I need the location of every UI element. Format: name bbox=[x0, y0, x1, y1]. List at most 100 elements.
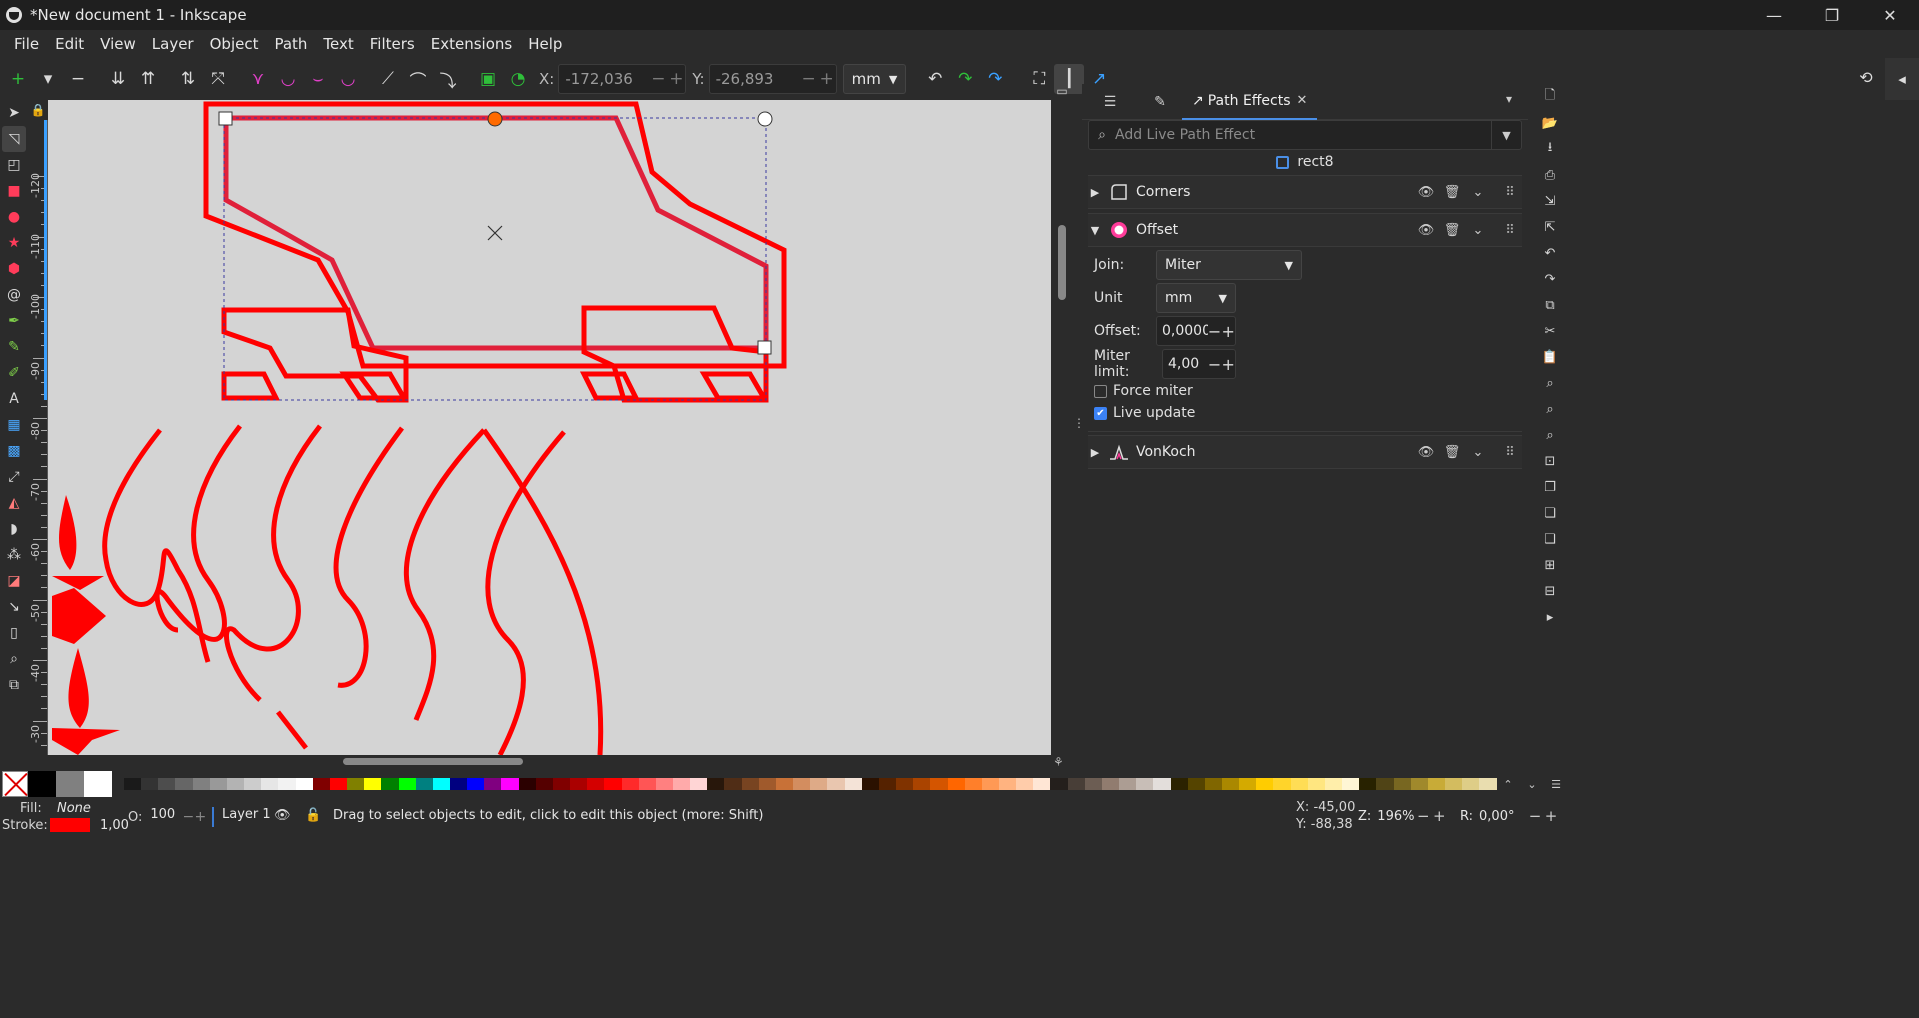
unlink-clone-icon[interactable]: ❑ bbox=[1537, 526, 1563, 552]
palette-swatch[interactable] bbox=[278, 778, 296, 790]
node-smooth-icon[interactable]: ◡ bbox=[273, 64, 303, 94]
palette-swatch[interactable] bbox=[501, 778, 519, 790]
palette-swatch[interactable] bbox=[364, 778, 382, 790]
palette-swatch[interactable] bbox=[381, 778, 399, 790]
pencil-tool-icon[interactable]: ✎ bbox=[2, 334, 26, 360]
palette-swatch[interactable] bbox=[244, 778, 262, 790]
offset-increment-button[interactable]: + bbox=[1221, 322, 1235, 341]
expand-arrow-icon[interactable]: ▶ bbox=[1088, 446, 1102, 459]
palette-swatch[interactable] bbox=[398, 778, 416, 790]
copy-icon[interactable]: ⧉ bbox=[1537, 292, 1563, 318]
selector-tool-icon[interactable]: ➤ bbox=[2, 100, 26, 126]
color-managed-icon[interactable]: ⚘ bbox=[1053, 755, 1071, 769]
menu-layer[interactable]: Layer bbox=[144, 35, 202, 53]
join-nodes-icon[interactable]: ⇊ bbox=[103, 64, 133, 94]
x-decrement-button[interactable]: − bbox=[649, 69, 667, 89]
zoom-in-button[interactable]: + bbox=[1431, 807, 1447, 825]
palette-swatch[interactable] bbox=[707, 778, 725, 790]
zoom-selection-icon[interactable]: ⌕ bbox=[1537, 370, 1563, 396]
palette-swatch[interactable] bbox=[793, 778, 811, 790]
palette-swatch[interactable] bbox=[1342, 778, 1360, 790]
snap-toggle-icon[interactable]: ⟲ bbox=[1853, 64, 1879, 90]
zoom-value[interactable]: 196% bbox=[1377, 809, 1415, 824]
palette-swatch[interactable] bbox=[1239, 778, 1257, 790]
swatch-gray[interactable] bbox=[56, 771, 84, 797]
node-cusp-icon[interactable]: ⋎ bbox=[243, 64, 273, 94]
vertical-scrollbar[interactable] bbox=[1051, 100, 1073, 755]
eraser-tool-icon[interactable]: ◪ bbox=[2, 568, 26, 594]
paste-icon[interactable]: 📋 bbox=[1537, 344, 1563, 370]
zoom-out-button[interactable]: − bbox=[1415, 807, 1431, 825]
palette-swatch[interactable] bbox=[518, 778, 536, 790]
swatch-black[interactable] bbox=[28, 771, 56, 797]
offset-unit-dropdown[interactable]: mm ▼ bbox=[1156, 283, 1236, 313]
delete-trash-icon[interactable]: 🗑 bbox=[1440, 180, 1464, 204]
layer-unlock-icon[interactable]: 🔓 bbox=[305, 808, 321, 823]
palette-swatch[interactable] bbox=[724, 778, 742, 790]
show-outline-icon[interactable]: ↷ bbox=[950, 64, 980, 94]
offset-decrement-button[interactable]: − bbox=[1208, 322, 1222, 341]
palette-swatch[interactable] bbox=[981, 778, 999, 790]
palette-swatch[interactable] bbox=[1153, 778, 1171, 790]
miter-increment-button[interactable]: + bbox=[1221, 355, 1235, 374]
text-tool-icon[interactable]: A bbox=[2, 386, 26, 412]
horizontal-scroll-thumb[interactable] bbox=[343, 758, 523, 765]
palette-swatch[interactable] bbox=[1136, 778, 1154, 790]
stroke-to-path-icon[interactable]: ◔ bbox=[503, 64, 533, 94]
unit-dropdown[interactable]: mm ▼ bbox=[842, 64, 907, 94]
y-decrement-button[interactable]: − bbox=[800, 69, 818, 89]
checkmark-icon[interactable]: ✔ bbox=[1094, 406, 1107, 420]
visibility-eye-icon[interactable]: 👁 bbox=[1414, 218, 1438, 242]
zoom-page-icon[interactable]: ⌕ bbox=[1537, 422, 1563, 448]
effect-menu-chevron-icon[interactable]: ⌄ bbox=[1466, 180, 1490, 204]
segment-line-icon[interactable]: ⟋ bbox=[373, 64, 403, 94]
drawing-canvas[interactable] bbox=[48, 100, 1051, 755]
fill-indicator[interactable]: None bbox=[57, 801, 91, 816]
palette-swatch[interactable] bbox=[758, 778, 776, 790]
palette-swatch[interactable] bbox=[1462, 778, 1480, 790]
palette-swatch[interactable] bbox=[913, 778, 931, 790]
opacity-decrement-button[interactable]: − bbox=[182, 809, 195, 825]
palette-swatch[interactable] bbox=[896, 778, 914, 790]
join-dropdown[interactable]: Miter ▼ bbox=[1156, 250, 1302, 280]
spray-tool-icon[interactable]: ⁂ bbox=[2, 542, 26, 568]
collapse-arrow-icon[interactable]: ▼ bbox=[1088, 224, 1102, 237]
effect-row-vonkoch[interactable]: ▶ VonKoch 👁 🗑 ⌄ ⠿ bbox=[1088, 435, 1522, 469]
delete-segment-icon[interactable]: ⤧ bbox=[203, 64, 233, 94]
stroke-width[interactable]: 1,00 bbox=[100, 818, 129, 833]
palette-swatch[interactable] bbox=[329, 778, 348, 790]
palette-scroll-up-icon[interactable]: ⌃ bbox=[1496, 778, 1520, 791]
effect-menu-chevron-icon[interactable]: ⌄ bbox=[1466, 218, 1490, 242]
force-miter-checkbox[interactable]: Force miter bbox=[1094, 383, 1193, 399]
group-icon[interactable]: ⊞ bbox=[1537, 552, 1563, 578]
palette-swatch[interactable] bbox=[1307, 778, 1325, 790]
gradient-tool-icon[interactable]: ▦ bbox=[2, 412, 26, 438]
path-clip-icon[interactable]: ⤵ bbox=[433, 64, 463, 94]
opacity-value[interactable]: 100 bbox=[148, 807, 182, 827]
tab-fill-stroke-icon[interactable]: ✎ bbox=[1138, 84, 1182, 120]
shape-builder-icon[interactable]: ◰ bbox=[2, 152, 26, 178]
rectangle-tool-icon[interactable]: ■ bbox=[2, 178, 26, 204]
palette-swatch[interactable] bbox=[1393, 778, 1411, 790]
rotate-ccw-button[interactable]: − bbox=[1527, 807, 1543, 825]
rotation-value[interactable]: 0,00° bbox=[1479, 809, 1527, 824]
checkbox-empty-icon[interactable] bbox=[1094, 384, 1107, 398]
menu-filters[interactable]: Filters bbox=[362, 35, 423, 53]
palette-swatch[interactable] bbox=[604, 778, 622, 790]
effect-menu-chevron-icon[interactable]: ⌄ bbox=[1466, 440, 1490, 464]
offset-spinbox[interactable]: 0,000000 − + bbox=[1156, 316, 1236, 346]
palette-swatch[interactable] bbox=[158, 778, 176, 790]
visibility-eye-icon[interactable]: 👁 bbox=[1414, 180, 1438, 204]
palette-swatch[interactable] bbox=[964, 778, 982, 790]
palette-swatch[interactable] bbox=[1204, 778, 1222, 790]
menu-text[interactable]: Text bbox=[315, 35, 361, 53]
x-coordinate-field[interactable]: -172,036 − + bbox=[558, 64, 687, 94]
node-symmetric-icon[interactable]: ⌣ bbox=[303, 64, 333, 94]
horizontal-scrollbar[interactable] bbox=[48, 755, 1051, 768]
palette-swatch[interactable] bbox=[1479, 778, 1497, 790]
undo-icon[interactable]: ↶ bbox=[1537, 240, 1563, 266]
palette-swatch[interactable] bbox=[1410, 778, 1428, 790]
palette-swatch[interactable] bbox=[141, 778, 159, 790]
segment-curve-icon[interactable]: ⌒ bbox=[403, 64, 433, 94]
close-tab-icon[interactable]: ✕ bbox=[1297, 93, 1308, 108]
